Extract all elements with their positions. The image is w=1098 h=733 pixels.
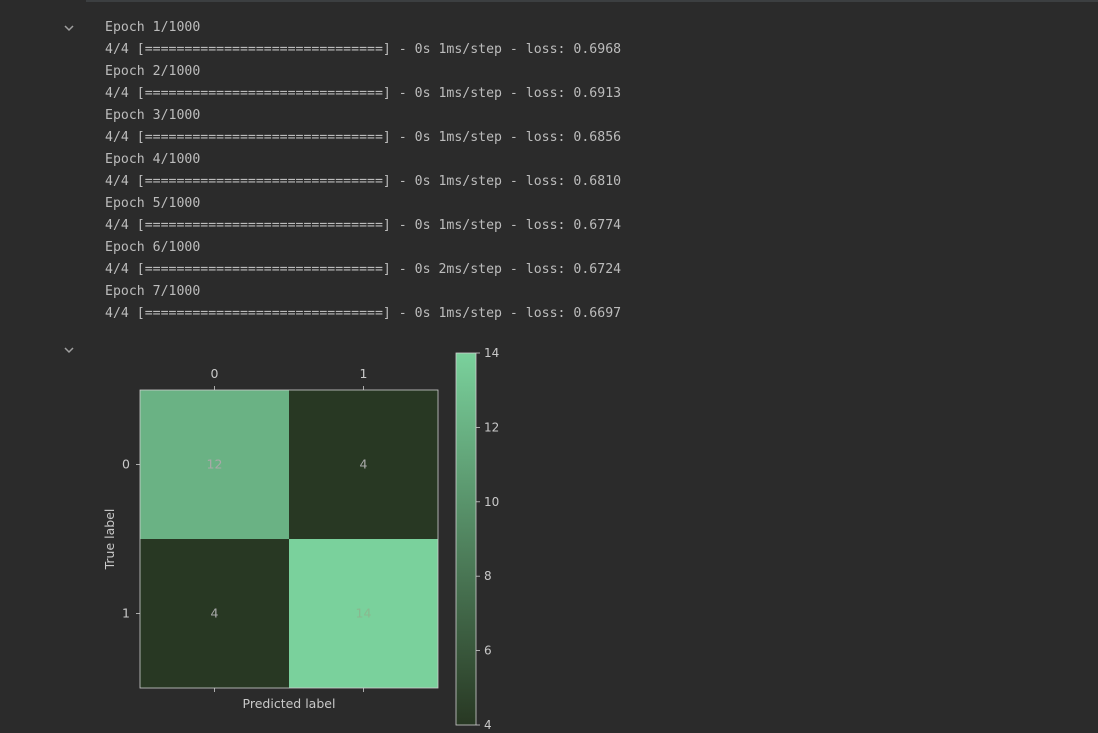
chevron-down-icon (64, 25, 74, 32)
collapse-figure-toggle[interactable] (60, 341, 78, 359)
colorbar-tick-label: 10 (484, 495, 499, 509)
colorbar-tick-label: 14 (484, 346, 499, 360)
colorbar-tick-label: 12 (484, 420, 499, 434)
matrix-cell-value: 4 (360, 457, 368, 472)
epoch-progress-line: 4/4 [==============================] - 0… (105, 174, 622, 189)
epoch-progress-line: 4/4 [==============================] - 0… (105, 218, 622, 233)
colorbar-tick-label: 4 (484, 718, 492, 730)
confusion-matrix-figure: 12 4 4 14 0101 Predicted label True label 4… (96, 340, 516, 732)
confusion-matrix-plot: 12 44 14 0 101 Predicted label True label 4… (102, 346, 499, 732)
epoch-header-line: Epoch 1/1000 (105, 20, 201, 35)
editor-top-border (86, 0, 1098, 2)
epoch-header-line: Epoch 3/1000 (105, 108, 201, 123)
epoch-header-line: Epoch 6/1000 (105, 240, 201, 255)
colorbar-tick-label: 6 (484, 644, 492, 658)
epoch-progress-line: 4/4 [==============================] - 0… (105, 262, 622, 277)
epoch-progress-line: 4/4 [==============================] - 0… (105, 130, 622, 145)
training-output: Epoch 1/1000 4/4 [=======================… (105, 17, 1005, 325)
epoch-progress-line: 4/4 [==============================] - 0… (105, 42, 622, 57)
epoch-header-line: Epoch 7/1000 (105, 284, 201, 299)
colorbar (455, 352, 477, 726)
matrix-cell-value: 14 (356, 606, 372, 621)
y-tick-label: 1 (122, 606, 130, 621)
epoch-header-line: Epoch 2/1000 (105, 64, 201, 79)
x-axis-label: Predicted label (243, 696, 336, 711)
epoch-header-line: Epoch 4/1000 (105, 152, 201, 167)
epoch-header-line: Epoch 5/1000 (105, 196, 201, 211)
chevron-down-icon (64, 347, 74, 354)
y-tick-label: 0 (122, 457, 130, 472)
x-tick-label: 1 (360, 366, 368, 381)
colorbar-tick-label: 8 (484, 569, 492, 583)
collapse-output-toggle[interactable] (60, 19, 78, 37)
y-axis-label: True label (102, 509, 117, 571)
matrix-cell-value: 12 (207, 457, 223, 472)
matrix-cell-value: 4 (211, 606, 219, 621)
x-tick-label: 0 (211, 366, 219, 381)
epoch-progress-line: 4/4 [==============================] - 0… (105, 86, 622, 101)
epoch-progress-line: 4/4 [==============================] - 0… (105, 306, 622, 321)
